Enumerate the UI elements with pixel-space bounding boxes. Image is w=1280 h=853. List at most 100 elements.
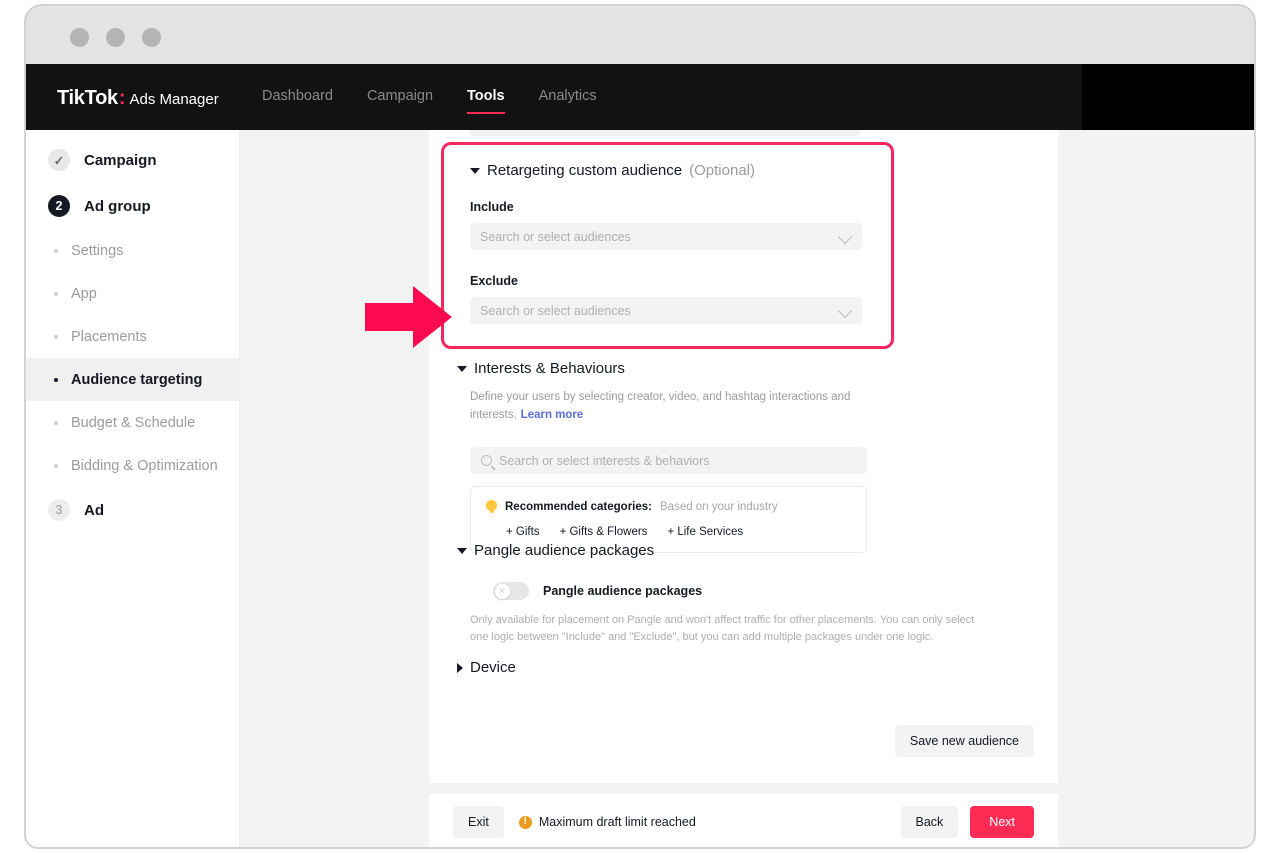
- pangle-title: Pangle audience packages: [474, 542, 655, 559]
- top-navigation-bar: TikTok: Ads Manager Dashboard Campaign To…: [26, 64, 1254, 130]
- lightbulb-icon: [486, 500, 497, 513]
- brand-name: TikTok: [57, 87, 118, 109]
- footer-actions: Back Next: [900, 806, 1034, 838]
- close-window-dot[interactable]: [70, 28, 89, 47]
- back-button[interactable]: Back: [900, 806, 959, 838]
- sidebar: ✓ Campaign 2 Ad group Settings App Place…: [26, 130, 240, 847]
- learn-more-link[interactable]: Learn more: [521, 409, 584, 421]
- interests-search-placeholder: Search or select interests & behaviors: [499, 453, 710, 468]
- next-button[interactable]: Next: [970, 806, 1034, 838]
- bullet-icon: [54, 248, 58, 253]
- pangle-toggle-row: ✕ Pangle audience packages: [493, 582, 1017, 600]
- nav-item-campaign[interactable]: Campaign: [367, 88, 433, 114]
- page-viewport: TikTok: Ads Manager Dashboard Campaign To…: [26, 64, 1254, 847]
- sidebar-item-audience-targeting[interactable]: Audience targeting: [26, 358, 239, 401]
- retargeting-section: Retargeting custom audience (Optional) I…: [470, 162, 862, 324]
- draft-warning: ! Maximum draft limit reached: [518, 815, 696, 829]
- device-section: Device: [457, 659, 516, 676]
- save-audience-row: Save new audience: [894, 725, 1034, 757]
- top-nav-items: Dashboard Campaign Tools Analytics: [262, 88, 597, 114]
- toggle-knob-off-icon: ✕: [494, 583, 510, 599]
- sidebar-item-settings[interactable]: Settings: [26, 229, 239, 272]
- bullet-icon: [54, 377, 58, 382]
- exclude-placeholder: Search or select audiences: [480, 303, 631, 318]
- recommended-sublabel: Based on your industry: [660, 500, 778, 513]
- sidebar-item-label-settings: Settings: [71, 242, 124, 259]
- interests-description-row: Define your users by selecting creator, …: [470, 387, 867, 423]
- main-content-card: Retargeting custom audience (Optional) I…: [429, 130, 1058, 847]
- bullet-icon: [54, 334, 58, 339]
- bullet-icon: [54, 291, 58, 296]
- chevron-down-icon[interactable]: [470, 167, 480, 174]
- chip-gifts[interactable]: + Gifts: [506, 526, 540, 538]
- form-footer-bar: Exit ! Maximum draft limit reached Back …: [429, 792, 1058, 847]
- interests-header[interactable]: Interests & Behaviours: [457, 360, 867, 377]
- nav-item-dashboard[interactable]: Dashboard: [262, 88, 333, 114]
- sidebar-step-label-ad-group: Ad group: [84, 197, 151, 215]
- sidebar-step-ad[interactable]: 3 Ad: [26, 487, 239, 533]
- sidebar-item-bidding-optimization[interactable]: Bidding & Optimization: [26, 444, 239, 487]
- exclude-label: Exclude: [470, 274, 518, 288]
- pangle-note: Only available for placement on Pangle a…: [470, 614, 975, 644]
- sidebar-step-ad-group[interactable]: 2 Ad group: [26, 183, 239, 229]
- pangle-section: Pangle audience packages ✕ Pangle audien…: [457, 542, 1017, 646]
- maximize-window-dot[interactable]: [142, 28, 161, 47]
- warning-icon: !: [518, 815, 532, 829]
- sidebar-item-label-placements: Placements: [71, 328, 147, 345]
- save-new-audience-button[interactable]: Save new audience: [894, 725, 1034, 757]
- include-placeholder: Search or select audiences: [480, 229, 631, 244]
- draft-warning-text: Maximum draft limit reached: [538, 815, 696, 829]
- include-label: Include: [470, 200, 514, 214]
- interests-title: Interests & Behaviours: [474, 360, 625, 377]
- sidebar-item-budget-schedule[interactable]: Budget & Schedule: [26, 401, 239, 444]
- brand-colon: :: [118, 87, 126, 109]
- chip-gifts-and-flowers[interactable]: + Gifts & Flowers: [560, 526, 648, 538]
- recommended-chip-list: + Gifts + Gifts & Flowers + Life Service…: [506, 526, 851, 538]
- pangle-toggle-label: Pangle audience packages: [543, 584, 703, 598]
- retargeting-optional-label: (Optional): [689, 162, 755, 179]
- brand-subtitle: Ads Manager: [129, 91, 219, 108]
- exclude-audience-select[interactable]: Search or select audiences: [470, 297, 862, 324]
- device-header[interactable]: Device: [457, 659, 516, 676]
- exit-button[interactable]: Exit: [453, 806, 504, 838]
- window-controls: [70, 28, 161, 47]
- clipped-field-above: [469, 130, 861, 136]
- sidebar-item-label-app: App: [71, 285, 97, 302]
- recommended-header: Recommended categories: Based on your in…: [486, 500, 851, 513]
- chevron-right-icon[interactable]: [457, 662, 463, 673]
- chevron-down-icon[interactable]: [837, 229, 853, 245]
- bullet-icon: [54, 420, 58, 425]
- annotation-arrow-icon: [365, 286, 452, 348]
- sidebar-item-label-budget-schedule: Budget & Schedule: [71, 414, 196, 431]
- minimize-window-dot[interactable]: [106, 28, 125, 47]
- nav-item-analytics[interactable]: Analytics: [539, 88, 597, 114]
- recommended-label: Recommended categories:: [505, 500, 652, 513]
- sidebar-step-label-campaign: Campaign: [84, 151, 157, 169]
- sidebar-item-app[interactable]: App: [26, 272, 239, 315]
- screenshot-root: TikTok: Ads Manager Dashboard Campaign To…: [0, 0, 1280, 853]
- step-number-badge-3: 3: [48, 499, 70, 521]
- nav-item-tools[interactable]: Tools: [467, 88, 505, 114]
- brand-logo[interactable]: TikTok: Ads Manager: [57, 87, 219, 110]
- form-scroll-area: Retargeting custom audience (Optional) I…: [429, 130, 1058, 783]
- chevron-down-icon[interactable]: [457, 365, 467, 372]
- chevron-down-icon[interactable]: [837, 303, 853, 319]
- interests-section: Interests & Behaviours Define your users…: [457, 360, 867, 553]
- sidebar-item-label-audience-targeting: Audience targeting: [71, 371, 203, 388]
- device-title: Device: [470, 659, 516, 676]
- interests-search-input[interactable]: Search or select interests & behaviors: [470, 447, 867, 474]
- browser-window: TikTok: Ads Manager Dashboard Campaign To…: [24, 4, 1256, 849]
- sidebar-step-label-ad: Ad: [84, 501, 104, 519]
- retargeting-header[interactable]: Retargeting custom audience (Optional): [470, 162, 862, 179]
- chip-life-services[interactable]: + Life Services: [667, 526, 743, 538]
- bullet-icon: [54, 463, 58, 468]
- pangle-header[interactable]: Pangle audience packages: [457, 542, 1017, 559]
- card-divider: [429, 783, 1058, 792]
- sidebar-step-campaign[interactable]: ✓ Campaign: [26, 137, 239, 183]
- retargeting-title: Retargeting custom audience: [487, 162, 683, 179]
- chevron-down-icon[interactable]: [457, 547, 467, 554]
- sidebar-item-placements[interactable]: Placements: [26, 315, 239, 358]
- include-audience-select[interactable]: Search or select audiences: [470, 223, 862, 250]
- sidebar-item-label-bidding-optimization: Bidding & Optimization: [71, 457, 218, 474]
- pangle-toggle[interactable]: ✕: [493, 582, 529, 600]
